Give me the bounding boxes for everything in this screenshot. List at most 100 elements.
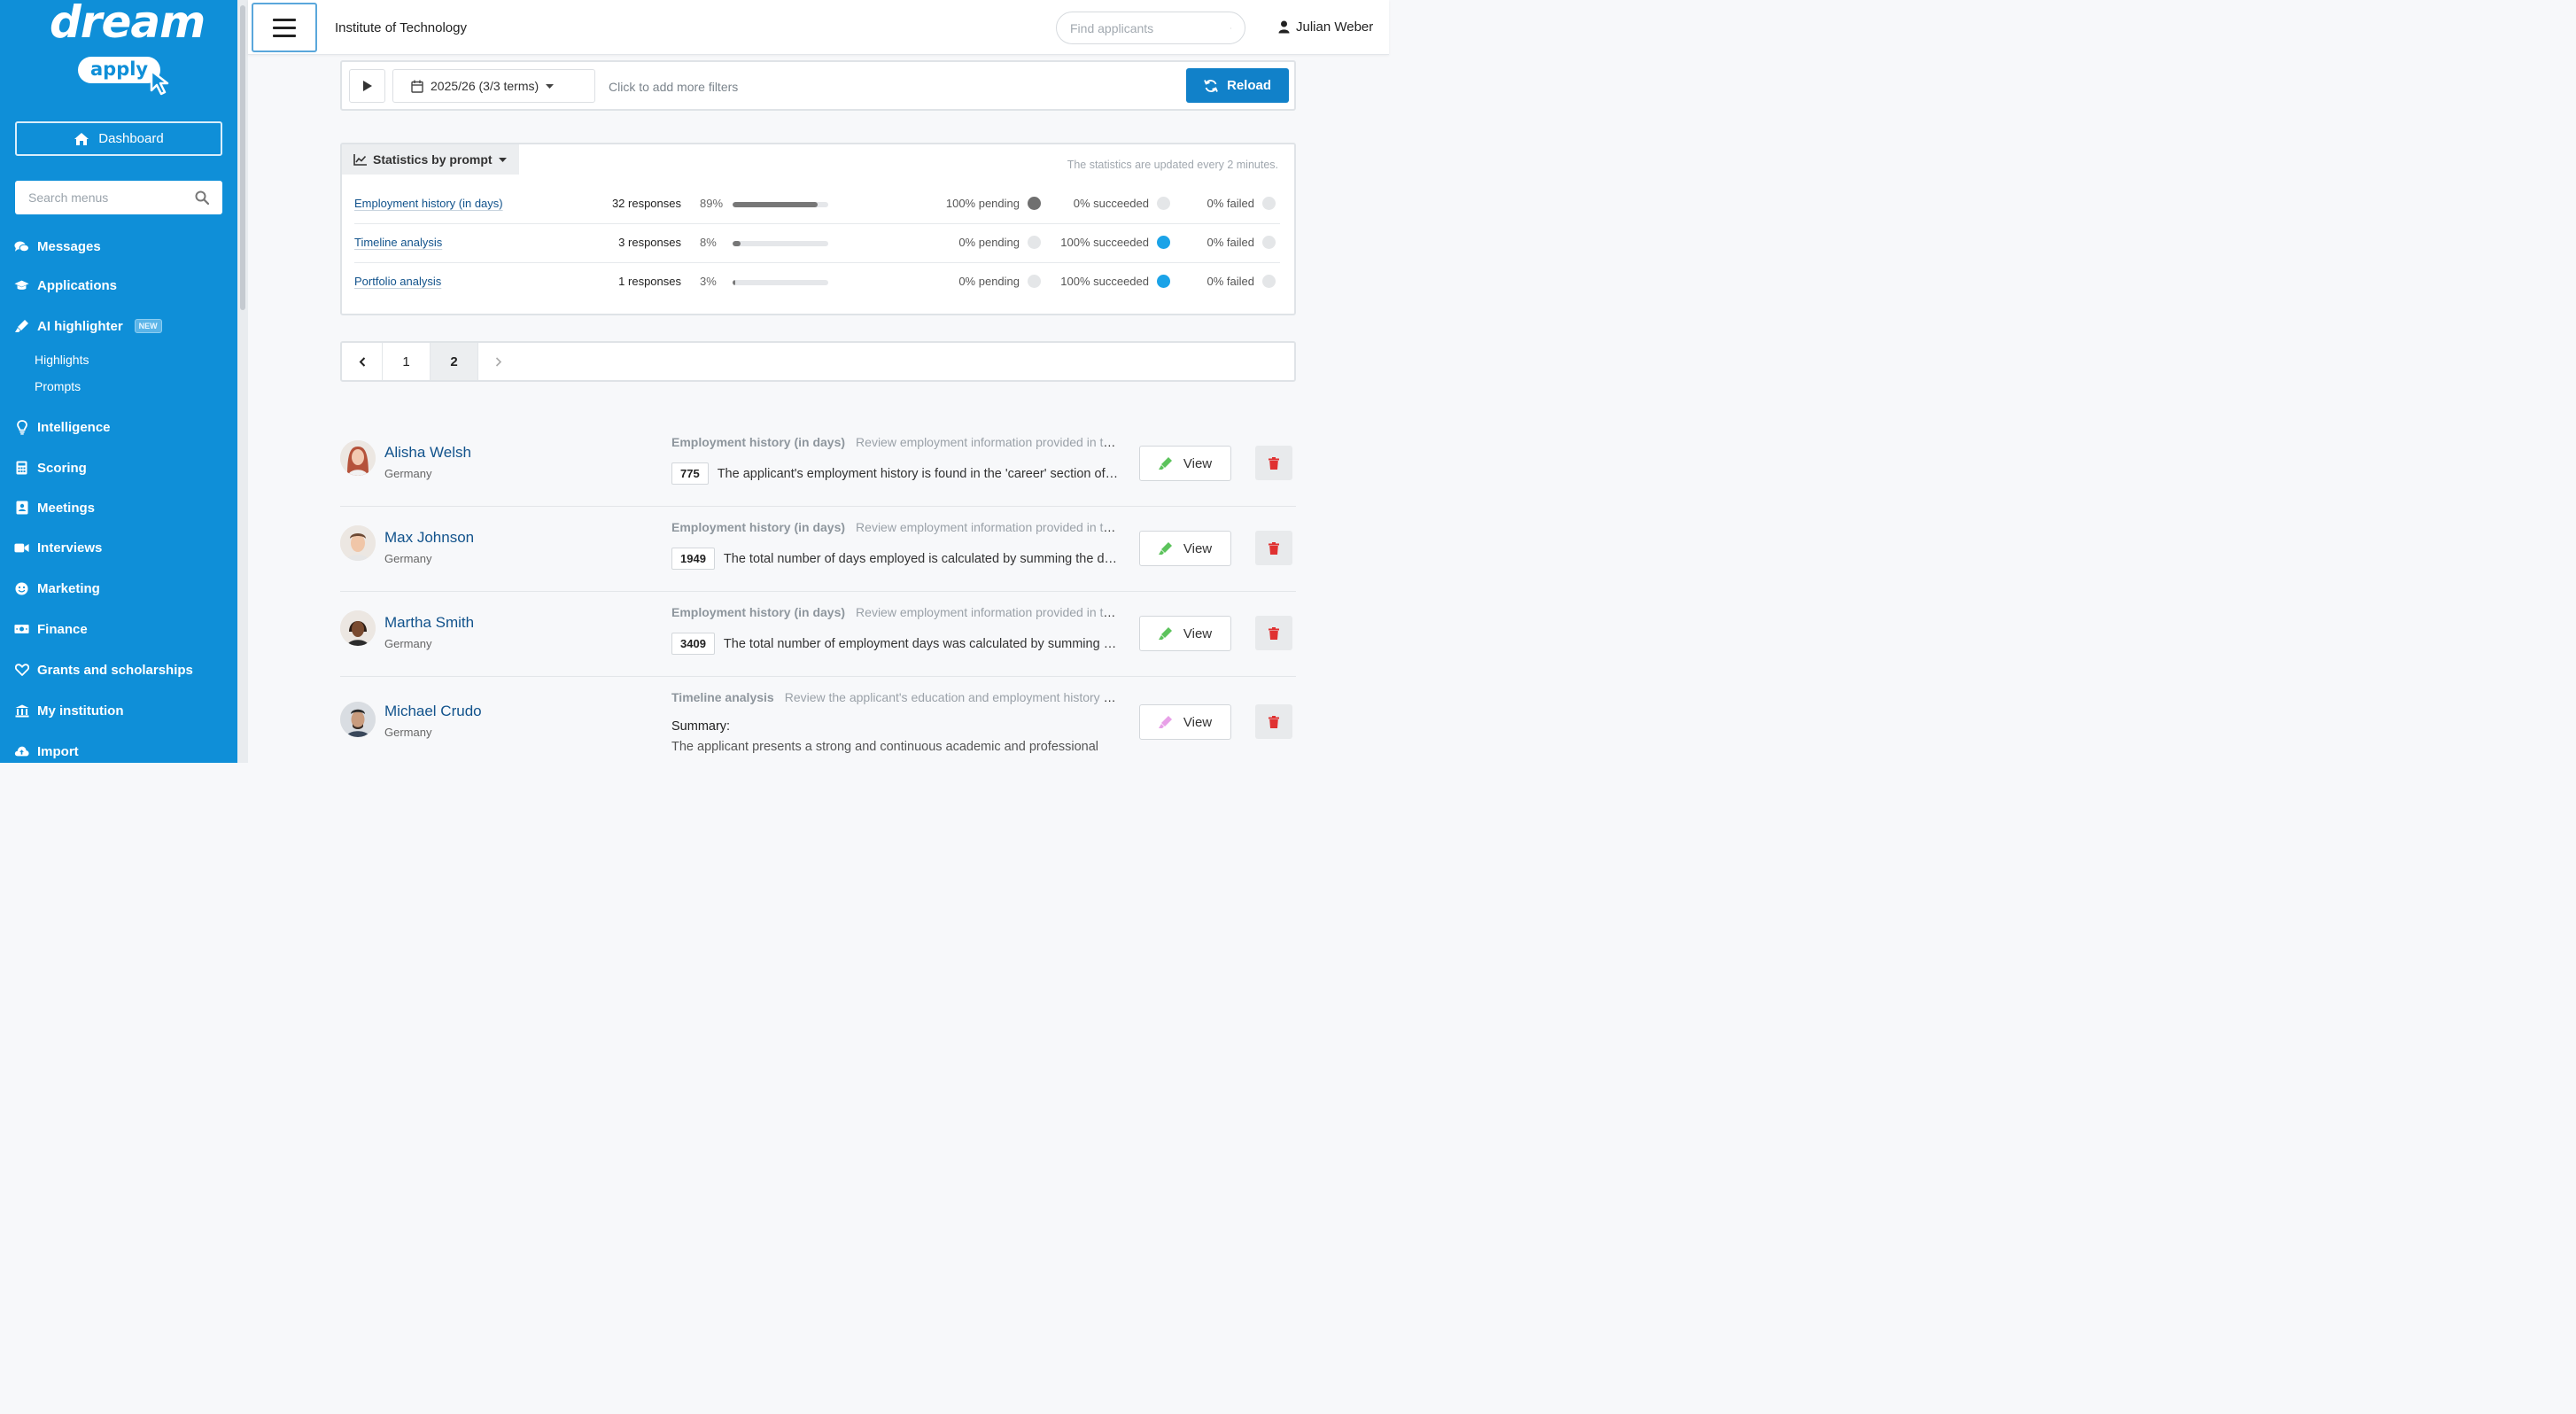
summary-label: Summary: bbox=[671, 719, 731, 734]
avatar-image bbox=[340, 525, 376, 561]
view-label: View bbox=[1183, 625, 1213, 641]
sidebar-item-finance[interactable]: Finance bbox=[14, 618, 88, 640]
applicant-country: Germany bbox=[384, 467, 432, 480]
institution-name: Institute of Technology bbox=[335, 20, 467, 35]
applicant-search[interactable] bbox=[1056, 12, 1245, 44]
succeeded-label: 100% succeeded bbox=[1060, 236, 1149, 249]
dreamapply-logo[interactable]: dream apply bbox=[46, 0, 206, 97]
sidebar-item-label: Intelligence bbox=[37, 419, 111, 435]
term-select[interactable]: 2025/26 (3/3 terms) bbox=[392, 69, 595, 103]
status-dot bbox=[1157, 236, 1170, 249]
sidebar-item-messages[interactable]: Messages bbox=[14, 236, 101, 257]
summary-text: The applicant presents a strong and cont… bbox=[671, 740, 1099, 754]
status-dot bbox=[1262, 236, 1276, 249]
applicant-row: Martha Smith Germany Employment history … bbox=[340, 592, 1296, 677]
delete-button[interactable] bbox=[1255, 531, 1292, 565]
user-icon bbox=[1278, 20, 1290, 34]
sidebar-subitem-prompts[interactable]: Prompts bbox=[35, 379, 81, 393]
applicant-name[interactable]: Alisha Welsh bbox=[384, 444, 471, 462]
page-2-button[interactable]: 2 bbox=[431, 343, 478, 380]
search-icon[interactable] bbox=[1230, 21, 1231, 35]
line-chart-icon bbox=[353, 153, 367, 166]
avatar[interactable] bbox=[340, 702, 376, 737]
view-label: View bbox=[1183, 540, 1213, 556]
top-bar: Institute of Technology Julian Weber bbox=[248, 0, 1389, 55]
sidebar-item-label: Finance bbox=[37, 621, 88, 637]
menu-search-input[interactable] bbox=[28, 190, 195, 205]
status-dot bbox=[1262, 197, 1276, 210]
result-text: The total number of days employed is cal… bbox=[723, 551, 1119, 566]
add-filters-link[interactable]: Click to add more filters bbox=[609, 80, 738, 94]
sidebar: dream apply Dashboard Messages Applicati… bbox=[0, 0, 237, 763]
result-value: 3409 bbox=[671, 633, 715, 655]
menu-toggle-button[interactable] bbox=[252, 3, 317, 52]
sidebar-item-ai-highlighter[interactable]: AI highlighter NEW bbox=[14, 315, 162, 337]
failed-label: 0% failed bbox=[1207, 275, 1254, 288]
succeeded-status: 0% succeeded bbox=[1074, 197, 1170, 210]
sidebar-item-marketing[interactable]: Marketing bbox=[14, 578, 100, 599]
statistics-by-prompt-dropdown[interactable]: Statistics by prompt bbox=[342, 144, 519, 175]
money-bill-icon bbox=[14, 625, 29, 633]
sidebar-item-applications[interactable]: Applications bbox=[14, 275, 117, 296]
progress-fill bbox=[733, 280, 736, 285]
failed-label: 0% failed bbox=[1207, 197, 1254, 210]
view-button[interactable]: View bbox=[1139, 531, 1231, 566]
avatar[interactable] bbox=[340, 440, 376, 476]
sidebar-item-meetings[interactable]: Meetings bbox=[14, 497, 95, 518]
prompt-link[interactable]: Portfolio analysis bbox=[354, 275, 441, 288]
sidebar-item-label: Import bbox=[37, 743, 79, 759]
video-camera-icon bbox=[14, 543, 29, 552]
view-button[interactable]: View bbox=[1139, 616, 1231, 651]
hamburger-icon bbox=[273, 18, 296, 21]
view-button[interactable]: View bbox=[1139, 704, 1231, 740]
highlighter-icon bbox=[1158, 542, 1172, 555]
previous-page-button[interactable] bbox=[342, 343, 383, 380]
delete-button[interactable] bbox=[1255, 704, 1292, 739]
prompt-link[interactable]: Timeline analysis bbox=[354, 236, 442, 249]
sidebar-item-scoring[interactable]: Scoring bbox=[14, 457, 87, 478]
prompt-title: Employment history (in days) bbox=[671, 605, 846, 619]
term-select-value: 2025/26 (3/3 terms) bbox=[431, 79, 539, 93]
sidebar-item-interviews[interactable]: Interviews bbox=[14, 537, 102, 558]
applicant-name[interactable]: Martha Smith bbox=[384, 614, 474, 632]
failed-status: 0% failed bbox=[1207, 236, 1276, 249]
applicant-country: Germany bbox=[384, 726, 432, 739]
prompt-summary: Employment history (in days) Review emplo… bbox=[671, 520, 1119, 534]
calculator-icon bbox=[16, 461, 27, 475]
run-filter-button[interactable] bbox=[349, 69, 385, 103]
view-button[interactable]: View bbox=[1139, 446, 1231, 481]
dashboard-button[interactable]: Dashboard bbox=[15, 121, 222, 156]
avatar-image bbox=[340, 702, 376, 737]
prompt-result: 775 The applicant's employment history is… bbox=[671, 462, 1119, 485]
result-text: The total number of employment days was … bbox=[723, 636, 1119, 651]
avatar[interactable] bbox=[340, 610, 376, 646]
page-1-button[interactable]: 1 bbox=[383, 343, 431, 380]
prompt-description: Review the applicant's education and emp… bbox=[784, 690, 1119, 704]
sidebar-item-intelligence[interactable]: Intelligence bbox=[14, 416, 111, 438]
prompt-link[interactable]: Employment history (in days) bbox=[354, 197, 503, 210]
sidebar-item-my-institution[interactable]: My institution bbox=[14, 700, 124, 721]
pagination: 1 2 bbox=[340, 341, 1296, 382]
search-icon[interactable] bbox=[195, 190, 209, 205]
avatar[interactable] bbox=[340, 525, 376, 561]
response-progress-bar bbox=[733, 241, 828, 246]
smile-icon bbox=[15, 582, 28, 594]
next-page-button[interactable] bbox=[478, 343, 519, 380]
applicant-name[interactable]: Michael Crudo bbox=[384, 703, 482, 720]
trash-icon bbox=[1269, 541, 1279, 555]
heart-icon bbox=[14, 664, 29, 676]
sidebar-scrollbar-thumb[interactable] bbox=[240, 5, 245, 310]
reload-button[interactable]: Reload bbox=[1186, 68, 1289, 103]
delete-button[interactable] bbox=[1255, 616, 1292, 650]
applicant-search-input[interactable] bbox=[1070, 20, 1230, 35]
status-dot bbox=[1028, 197, 1041, 210]
sidebar-subitem-highlights[interactable]: Highlights bbox=[35, 353, 89, 367]
sidebar-item-grants[interactable]: Grants and scholarships bbox=[14, 659, 193, 680]
delete-button[interactable] bbox=[1255, 446, 1292, 480]
refresh-icon bbox=[1204, 79, 1218, 92]
graduation-cap-icon bbox=[14, 280, 29, 290]
menu-search[interactable] bbox=[15, 181, 222, 214]
user-menu[interactable]: Julian Weber bbox=[1278, 19, 1373, 35]
applicant-name[interactable]: Max Johnson bbox=[384, 529, 474, 547]
sidebar-item-import[interactable]: Import bbox=[14, 741, 79, 762]
